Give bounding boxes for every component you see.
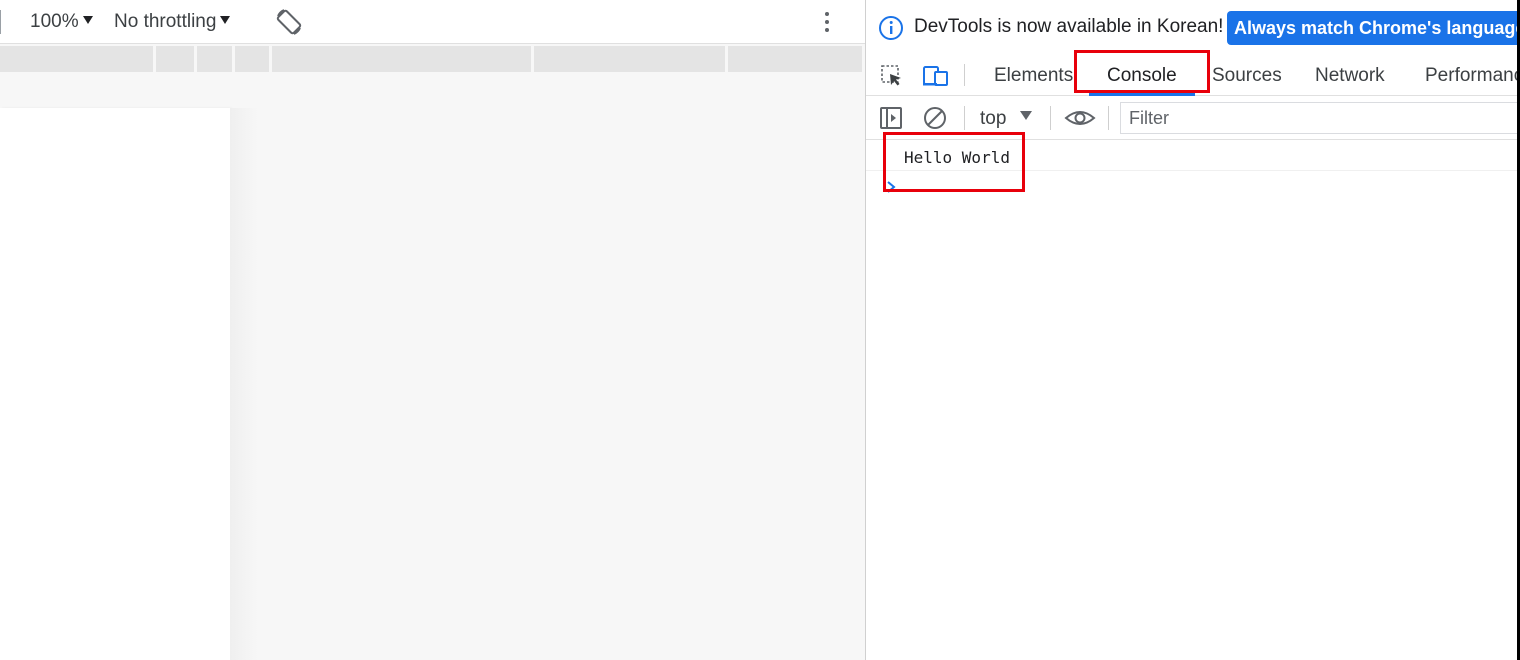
- clear-console-icon[interactable]: [922, 105, 948, 131]
- tab-sources[interactable]: Sources: [1212, 65, 1282, 87]
- throttling-value: No throttling: [114, 11, 217, 32]
- media-query-segment[interactable]: [533, 46, 726, 72]
- tab-elements[interactable]: Elements: [994, 65, 1073, 87]
- info-icon: [879, 16, 903, 40]
- tab-console[interactable]: Console: [1107, 65, 1177, 87]
- console-message-text: Hello World: [904, 148, 1010, 167]
- tab-performance[interactable]: Performanc: [1425, 65, 1520, 87]
- language-infobar: DevTools is now available in Korean! Alw…: [866, 0, 1520, 54]
- viewport-shadow: [230, 108, 258, 660]
- screen: 100% No throttling DevTools is now avail…: [0, 0, 1520, 660]
- devtools-tab-bar: Elements Console Sources Network Perform…: [866, 54, 1520, 96]
- console-toolbar: top: [866, 96, 1520, 140]
- media-query-segment[interactable]: [197, 46, 232, 72]
- media-query-bar[interactable]: [0, 46, 865, 72]
- console-filter-input[interactable]: [1120, 102, 1520, 134]
- infobar-message: DevTools is now available in Korean!: [914, 16, 1224, 37]
- zoom-value: 100%: [30, 11, 79, 32]
- media-query-segment[interactable]: [156, 46, 195, 72]
- match-language-button[interactable]: Always match Chrome's language: [1227, 11, 1520, 45]
- console-prompt-icon: [887, 181, 896, 193]
- toolbar-separator: [964, 106, 965, 130]
- inspect-element-icon[interactable]: [880, 64, 904, 88]
- tab-network[interactable]: Network: [1315, 65, 1385, 87]
- device-emulation-pane: 100% No throttling: [0, 0, 865, 660]
- media-query-segment[interactable]: [0, 46, 154, 72]
- rotate-icon[interactable]: [274, 7, 304, 37]
- kebab-menu-icon[interactable]: [818, 11, 836, 33]
- emulated-viewport[interactable]: [0, 108, 230, 660]
- toolbar-separator: [0, 10, 1, 34]
- context-value: top: [980, 108, 1007, 129]
- throttling-select[interactable]: No throttling: [114, 11, 231, 33]
- caret-down-icon: [220, 16, 231, 24]
- tab-separator: [964, 64, 965, 86]
- caret-down-icon: [1020, 111, 1033, 120]
- sidebar-toggle-icon[interactable]: [879, 106, 903, 130]
- zoom-select[interactable]: 100%: [30, 11, 93, 33]
- caret-down-icon: [82, 16, 93, 24]
- media-query-segment[interactable]: [728, 46, 863, 72]
- device-toggle-icon[interactable]: [922, 64, 950, 88]
- execution-context-select[interactable]: top: [980, 108, 1033, 130]
- console-message: Hello World: [866, 140, 1520, 171]
- toolbar-separator: [1050, 106, 1051, 130]
- eye-icon[interactable]: [1064, 106, 1096, 130]
- device-toolbar: 100% No throttling: [0, 0, 865, 44]
- console-output[interactable]: Hello World: [866, 140, 1520, 660]
- toolbar-separator: [1108, 106, 1109, 130]
- media-query-segment[interactable]: [234, 46, 270, 72]
- devtools-panel: DevTools is now available in Korean! Alw…: [866, 0, 1520, 660]
- media-query-segment[interactable]: [272, 46, 531, 72]
